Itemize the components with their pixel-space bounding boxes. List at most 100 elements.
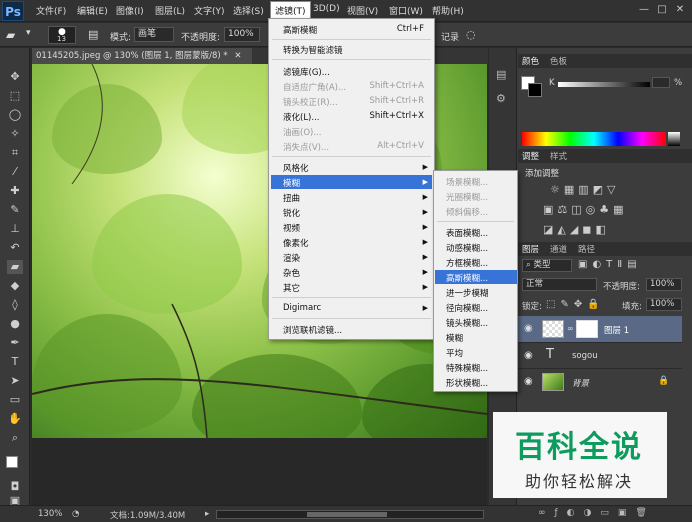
menu-item-liquify[interactable]: 液化(L)...	[283, 111, 319, 123]
k-slider[interactable]	[558, 82, 650, 87]
move-tool-icon[interactable]: ✥	[7, 70, 23, 84]
menu-item-box-blur[interactable]: 方框模糊...	[446, 257, 488, 269]
menu-item-smart-blur[interactable]: 特殊模糊...	[446, 362, 488, 374]
tab-swatches[interactable]: 色板	[550, 55, 567, 67]
menu-item-other[interactable]: 其它	[283, 282, 300, 294]
menu-select[interactable]: 选择(S)	[233, 4, 264, 17]
menu-item-filter-gallery[interactable]: 滤镜库(G)...	[283, 66, 330, 78]
mode-select[interactable]: 画笔	[134, 27, 174, 42]
menu-item-gaussian-blur[interactable]: 高斯模糊...	[446, 272, 488, 284]
minimize-button[interactable]: —	[636, 3, 652, 17]
quick-mask-icon[interactable]: ◘	[7, 480, 23, 494]
paint-bucket-tool-icon[interactable]: ◆	[7, 279, 23, 293]
color-spectrum[interactable]	[522, 132, 666, 146]
healing-brush-tool-icon[interactable]: ✚	[7, 184, 23, 198]
menu-help[interactable]: 帮助(H)	[432, 4, 464, 17]
eye-icon[interactable]: ◉	[524, 350, 533, 361]
tab-layers[interactable]: 图层	[522, 243, 539, 255]
lasso-tool-icon[interactable]: ◯	[7, 108, 23, 122]
rectangle-tool-icon[interactable]: ▭	[7, 393, 23, 407]
menu-item-blur-basic[interactable]: 模糊	[446, 332, 463, 344]
layer-name[interactable]: sogou	[572, 351, 598, 361]
fill-input[interactable]: 100%	[646, 298, 682, 311]
dodge-tool-icon[interactable]: ●	[7, 317, 23, 331]
menu-3d[interactable]: 3D(D)	[313, 4, 340, 14]
zoom-tool-icon[interactable]: ⌕	[7, 431, 23, 445]
brush-panel-icon[interactable]: ▤	[88, 28, 98, 41]
menu-item-sharpen[interactable]: 锐化	[283, 207, 300, 219]
menu-item-motion-blur[interactable]: 动感模糊...	[446, 242, 488, 254]
menu-item-blur-more[interactable]: 进一步模糊	[446, 287, 489, 299]
marquee-tool-icon[interactable]: ⬚	[7, 89, 23, 103]
menu-item-stylize[interactable]: 风格化	[283, 162, 309, 174]
tab-paths[interactable]: 路径	[578, 243, 595, 255]
adjustment-icons-row-2[interactable]: ▣⚖◫◎♣▦	[543, 203, 663, 217]
close-document-button[interactable]: ✕	[234, 51, 241, 61]
close-window-button[interactable]: ✕	[672, 3, 688, 17]
layer-name[interactable]: 图层 1	[604, 324, 629, 336]
menu-item-video[interactable]: 视频	[283, 222, 300, 234]
history-panel-icon[interactable]: ▤	[496, 68, 506, 81]
tab-channels[interactable]: 通道	[550, 243, 567, 255]
zoom-level[interactable]: 130%	[38, 509, 62, 519]
menu-item-shape-blur[interactable]: 形状模糊...	[446, 377, 488, 389]
brush-size-picker[interactable]: ● 13	[48, 26, 76, 44]
opacity-input[interactable]: 100%	[224, 27, 260, 42]
menu-item-browse-filters-online[interactable]: 浏览联机滤镜...	[283, 324, 342, 336]
layer-row-1[interactable]: ◉ ∞ 图层 1	[518, 316, 682, 342]
eye-icon[interactable]: ◉	[524, 376, 533, 387]
menu-item-digimarc[interactable]: Digimarc	[283, 303, 321, 313]
tab-color[interactable]: 颜色	[522, 55, 539, 67]
menu-item-render[interactable]: 渲染	[283, 252, 300, 264]
magic-wand-tool-icon[interactable]: ✧	[7, 127, 23, 141]
menu-item-convert-smart-filters[interactable]: 转换为智能滤镜	[283, 44, 343, 56]
path-selection-tool-icon[interactable]: ➤	[7, 374, 23, 388]
layer-filter-select[interactable]: ⌕ 类型	[522, 259, 572, 272]
menu-window[interactable]: 窗口(W)	[389, 4, 423, 17]
menu-edit[interactable]: 编辑(E)	[77, 4, 108, 17]
layer-row-2[interactable]: ◉ T sogou	[518, 342, 682, 368]
properties-panel-icon[interactable]: ⚙	[496, 92, 506, 105]
document-tab[interactable]: 01145205.jpeg @ 130% (图层 1, 图层蒙版/8) * ✕	[32, 48, 252, 64]
adjustment-icons-row-3[interactable]: ◪◭◢◼◧	[543, 223, 663, 237]
menu-item-average[interactable]: 平均	[446, 347, 463, 359]
layer-name[interactable]: 背景	[572, 377, 589, 389]
lock-icons[interactable]: ⬚✎✥🔒	[546, 299, 605, 310]
tablet-pressure-icon[interactable]: ◌	[466, 28, 476, 41]
eraser-tool-preset-icon[interactable]: ▰	[6, 28, 15, 42]
foreground-color-swatch[interactable]	[6, 456, 18, 468]
brush-tool-icon[interactable]: ✎	[7, 203, 23, 217]
menu-item-gaussian-blur-last[interactable]: 高斯模糊	[283, 24, 317, 36]
eye-icon[interactable]: ◉	[524, 323, 533, 334]
menu-item-pixelate[interactable]: 像素化	[283, 237, 309, 249]
menu-item-noise[interactable]: 杂色	[283, 267, 300, 279]
grayscale-ramp[interactable]	[668, 132, 680, 146]
blend-mode-select[interactable]: 正常	[522, 278, 597, 291]
blur-tool-icon[interactable]: ◊	[7, 298, 23, 312]
menu-layer[interactable]: 图层(L)	[155, 4, 185, 17]
maximize-button[interactable]: □	[654, 3, 670, 17]
crop-tool-icon[interactable]: ⌗	[7, 146, 23, 160]
layer-opacity-input[interactable]: 100%	[646, 278, 682, 291]
hand-tool-icon[interactable]: ✋	[7, 412, 23, 426]
k-value-input[interactable]	[652, 77, 670, 88]
menu-item-blur[interactable]: 模糊	[283, 177, 300, 189]
tab-adjustments[interactable]: 调整	[522, 150, 539, 162]
clone-stamp-tool-icon[interactable]: ⊥	[7, 222, 23, 236]
adjustment-icons-row-1[interactable]: ☼▦▥◩▽	[550, 183, 640, 197]
eyedropper-tool-icon[interactable]: ⁄	[7, 165, 23, 179]
menu-type[interactable]: 文字(Y)	[194, 4, 225, 17]
menu-item-distort[interactable]: 扭曲	[283, 192, 300, 204]
layer-mask-thumbnail[interactable]	[576, 320, 598, 338]
horizontal-scrollbar[interactable]	[216, 510, 484, 519]
menu-image[interactable]: 图像(I)	[116, 4, 144, 17]
layer-footer-icons[interactable]: ∞ƒ◐◑▭▣🗑	[538, 508, 656, 518]
menu-view[interactable]: 视图(V)	[347, 4, 378, 17]
eraser-tool-icon[interactable]: ▰	[7, 260, 23, 274]
info-icon[interactable]: ◔	[72, 509, 79, 519]
menu-file[interactable]: 文件(F)	[36, 4, 66, 17]
menu-item-surface-blur[interactable]: 表面模糊...	[446, 227, 488, 239]
menu-item-lens-blur[interactable]: 镜头模糊...	[446, 317, 488, 329]
type-tool-icon[interactable]: T	[7, 355, 23, 369]
layer-filter-icons[interactable]: ▣◐TⅡ▤	[578, 259, 642, 270]
